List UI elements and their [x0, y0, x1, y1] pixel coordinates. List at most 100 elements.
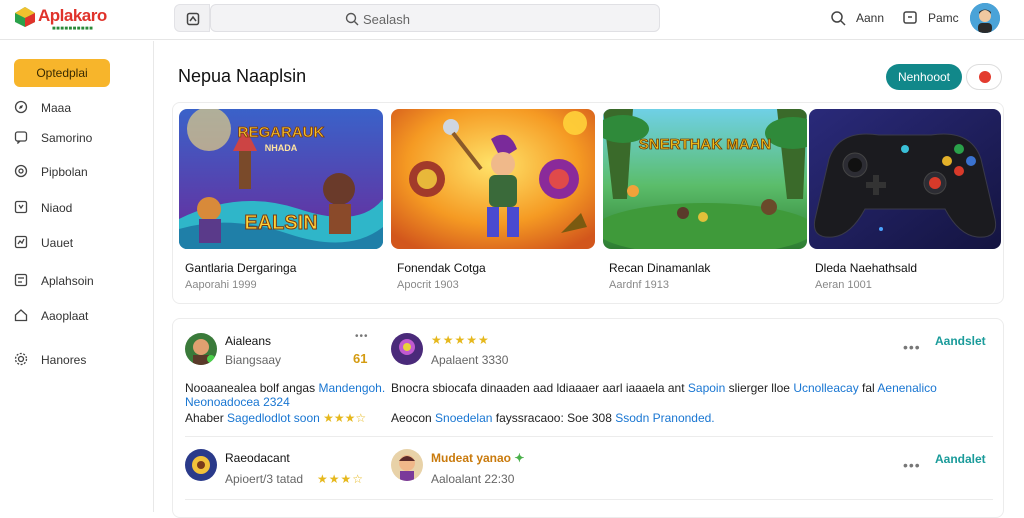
- more-options-icon[interactable]: •••: [903, 457, 921, 473]
- review-link[interactable]: Ucnolleacay: [793, 381, 858, 395]
- review-link[interactable]: Snoedelan: [435, 411, 492, 425]
- primary-action-button[interactable]: Nenhooot: [886, 64, 962, 90]
- reviewer-avatar[interactable]: [391, 333, 423, 365]
- avatar-image: [185, 333, 217, 365]
- review-link[interactable]: Sapoin: [688, 381, 725, 395]
- review-date: Apalaent 3330: [431, 353, 509, 367]
- small-dots: •••: [355, 331, 369, 342]
- review-link[interactable]: Ssodn Pranonded.: [615, 411, 714, 425]
- review-action-link[interactable]: Aandalet: [935, 452, 986, 466]
- card-title[interactable]: Dleda Naehathsald: [815, 261, 917, 275]
- avatar-image: [185, 449, 217, 481]
- review-text: Ahaber: [185, 411, 224, 425]
- sidebar-item-3[interactable]: Pipbolan: [14, 161, 144, 183]
- divider: [185, 436, 993, 437]
- card-art-title: REGARAUK: [238, 124, 325, 141]
- reviewer-meta: Biangsaay: [225, 353, 282, 367]
- reviewer-name[interactable]: Aialeans: [225, 334, 271, 348]
- game-card[interactable]: SNERTHAK MAAN Recan Dinamanlak Aardnf 19…: [603, 109, 807, 299]
- game-thumbnail[interactable]: REGARAUK NHADA EALSIN: [179, 109, 383, 249]
- search-input[interactable]: [363, 9, 563, 29]
- reviewer-avatar[interactable]: [185, 333, 217, 365]
- card-title[interactable]: Recan Dinamanlak: [609, 261, 710, 275]
- review-link[interactable]: Neonoadocea 2324: [185, 395, 290, 409]
- card-subtitle: Aaporahi 1999: [185, 279, 257, 291]
- avatar-image: [970, 3, 1000, 33]
- sidebar-item-5[interactable]: Uauet: [14, 232, 144, 254]
- sidebar-item-7[interactable]: Aaoplaat: [14, 305, 144, 327]
- top-notifications-item[interactable]: Pamc: [902, 9, 962, 29]
- sidebar-item-8[interactable]: Hanores: [14, 349, 144, 371]
- search-icon: [345, 12, 359, 26]
- card-title[interactable]: Fonendak Cotga: [397, 261, 486, 275]
- more-options-icon[interactable]: •••: [903, 339, 921, 355]
- magnifier-icon: [831, 11, 846, 26]
- card-art-title: SNERTHAK MAAN: [639, 136, 772, 153]
- sidebar: Optedplai Maaa Samorino Pipbolan Niaod U…: [0, 41, 154, 512]
- review-text-line-1b: Bnocra sbiocafa dinaaden aad ldiaaaer aa…: [391, 381, 937, 395]
- record-button[interactable]: [966, 64, 1002, 90]
- review-text: fayssracaoo:: [495, 411, 564, 425]
- review-action-link[interactable]: Aandslet: [935, 334, 986, 348]
- top-search-item[interactable]: Aann: [830, 9, 890, 29]
- review-text: Nooaanealea bolf angas: [185, 381, 316, 395]
- review-date: Aaloalant 22:30: [431, 472, 515, 486]
- sidebar-item-4[interactable]: Niaod: [14, 197, 144, 219]
- game-thumbnail[interactable]: [809, 109, 1001, 249]
- review-text-line-1: Nooaanealea bolf angas Mandengoh.: [185, 381, 385, 395]
- reviews-panel: Aialeans Biangsaay ••• 61 ★★★★★ Apalaent…: [172, 318, 1004, 518]
- review-text-line-3b: Aeocon Snoedelan fayssracaoo: Soe 308 Ss…: [391, 411, 715, 425]
- gamepad-art: [809, 109, 1001, 249]
- sidebar-item-1[interactable]: Maaa: [14, 97, 144, 119]
- grid-icon: [14, 273, 28, 287]
- reviewer-avatar[interactable]: [185, 449, 217, 481]
- verified-icon: ✦: [514, 451, 525, 465]
- review-link[interactable]: Mandengoh.: [318, 381, 385, 395]
- review-text: Soe 308: [567, 411, 612, 425]
- bell-icon: [903, 11, 917, 24]
- reviewer-meta: Apioert/3 tatad: [225, 472, 304, 486]
- sidebar-item-label: Maaa: [41, 101, 72, 115]
- reviewer-name[interactable]: Raeodacant: [225, 451, 290, 465]
- game-card[interactable]: Dleda Naehathsald Aeran 1001: [809, 109, 1001, 299]
- card-subtitle: Aeran 1001: [815, 279, 872, 291]
- sidebar-item-2[interactable]: Samorino: [14, 127, 144, 149]
- card-subtitle: Aardnf 1913: [609, 279, 669, 291]
- card-title[interactable]: Gantlaria Dergaringa: [185, 261, 296, 275]
- home-button[interactable]: [174, 4, 210, 32]
- logo-icon: [15, 7, 35, 27]
- avatar-image: [391, 333, 423, 365]
- game-card[interactable]: REGARAUK NHADA EALSIN Gantlaria Dergarin…: [179, 109, 383, 299]
- sidebar-item-label: Niaod: [41, 201, 73, 215]
- home-icon: [186, 12, 200, 26]
- reviewer-name[interactable]: Mudeat yanao ✦: [431, 451, 524, 465]
- reviewer-avatar[interactable]: [391, 449, 423, 481]
- review-link[interactable]: Aenenalico: [877, 381, 936, 395]
- game-card[interactable]: Fonendak Cotga Apocrit 1903: [391, 109, 595, 299]
- card-art-banner: EALSIN: [244, 212, 317, 234]
- at-icon: [14, 164, 28, 178]
- compass-icon: [14, 100, 28, 114]
- rating-number: 61: [353, 351, 368, 366]
- review-text: fal: [862, 381, 875, 395]
- review-text: Bnocra sbiocafa dinaaden aad ldiaaaer aa…: [391, 381, 685, 395]
- top-item-label-1: Aann: [856, 11, 885, 25]
- sidebar-item-label: Aaoplaat: [41, 309, 89, 323]
- record-icon: [979, 71, 991, 83]
- sidebar-item-6[interactable]: Aplahsoin: [14, 270, 144, 292]
- card-art-small: NHADA: [265, 143, 298, 153]
- sidebar-item-label: Uauet: [41, 236, 74, 250]
- user-avatar[interactable]: [970, 3, 1000, 33]
- game-thumbnail[interactable]: [391, 109, 595, 249]
- review-text: Aeocon: [391, 411, 432, 425]
- search-bar[interactable]: [210, 4, 660, 32]
- review-text: slierger lloe: [728, 381, 790, 395]
- game-art-fantasy: REGARAUK NHADA EALSIN: [179, 109, 383, 249]
- review-link[interactable]: Sagedlodlot soon: [227, 411, 320, 425]
- chat-icon: [14, 131, 28, 144]
- sidebar-primary-button[interactable]: Optedplai: [14, 59, 110, 87]
- app-logo[interactable]: Aplakaro ■■■■■■■■■■: [14, 4, 134, 34]
- review-stars: ★★★★★: [431, 333, 490, 347]
- review-stars: ★★★☆: [317, 472, 365, 486]
- game-thumbnail[interactable]: SNERTHAK MAAN: [603, 109, 807, 249]
